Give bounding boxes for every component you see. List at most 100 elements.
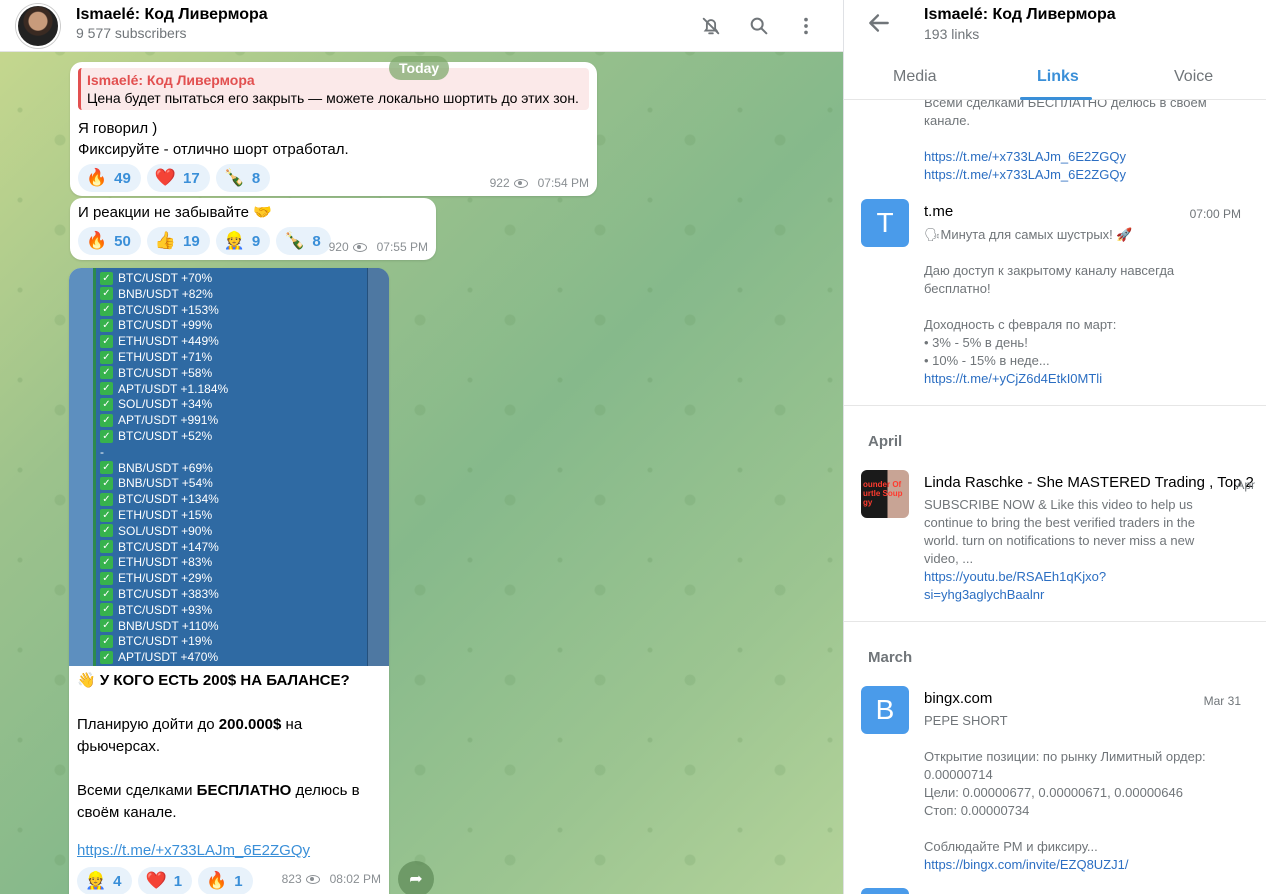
shared-links-panel: Ismaelé: Код Ливермора 193 links Media L… xyxy=(843,0,1266,894)
reaction-fire[interactable]: 🔥 49 xyxy=(78,164,141,192)
links-list: Всеми сделками БЕСПЛАТНО делюсь в своем … xyxy=(844,100,1266,894)
post-paragraph-1: Планирую дойти до 200.000$ на фьючерсах. xyxy=(69,710,389,758)
reaction-worker[interactable]: 👷 9 xyxy=(215,227,271,255)
trade-results-list: ✓ BTC/USDT +70% ✓ BNB/USDT +82% ✓ BTC/USDT +1… xyxy=(93,268,389,666)
check-icon: ✓ xyxy=(100,413,113,427)
message-bubble[interactable]: ✓ BTC/USDT +70% ✓ BNB/USDT +82% ✓ BTC/USDT +1… xyxy=(69,268,389,894)
post-link[interactable]: https://t.me/+x733LAJm_6E2ZGQy xyxy=(69,842,389,859)
link-description-line: SUBSCRIBE NOW & Like this video to help … xyxy=(924,497,1193,512)
trade-result-row: ✓ APT/USDT +470% xyxy=(100,650,218,664)
tab-media[interactable]: Media xyxy=(893,68,937,86)
reaction-count: 9 xyxy=(251,232,261,250)
link-url[interactable]: https://t.me/+x733LAJm_6E2ZGQy xyxy=(924,148,1254,166)
trade-result-text: BTC/USDT +383% xyxy=(118,587,219,601)
trade-result-text: APT/USDT +1.184% xyxy=(118,381,229,396)
links-count: 193 links xyxy=(924,26,980,42)
eye-icon xyxy=(352,242,367,252)
check-icon: ✓ xyxy=(100,587,113,601)
trade-result-row: - xyxy=(100,445,104,459)
reaction-champagne[interactable]: 🍾 8 xyxy=(276,227,331,255)
trade-result-row: ✓ SOL/USDT +90% xyxy=(100,524,212,538)
video-thumbnail[interactable]: ounder Of urtle Soup gy xyxy=(861,470,909,518)
trade-result-row: ✓ ETH/USDT +71% xyxy=(100,350,212,364)
more-menu-icon[interactable] xyxy=(792,12,820,40)
trade-result-text: SOL/USDT +34% xyxy=(118,397,213,412)
trade-result-text: BNB/USDT +82% xyxy=(118,286,213,301)
worker-icon: 👷 xyxy=(223,231,245,250)
back-arrow-icon[interactable] xyxy=(866,10,896,40)
trade-result-text: APT/USDT +470% xyxy=(118,650,219,665)
post-image[interactable]: ✓ BTC/USDT +70% ✓ BNB/USDT +82% ✓ BTC/USDT +1… xyxy=(69,268,389,666)
check-icon: ✓ xyxy=(100,271,113,285)
channel-title[interactable]: Ismaelé: Код Ливермора xyxy=(76,6,268,24)
check-icon: ✓ xyxy=(100,619,113,633)
message-bubble[interactable]: Ismaelé: Код Ливермора Цена будет пытать… xyxy=(70,62,597,196)
link-preview-icon[interactable]: T xyxy=(861,199,909,247)
post-paragraph-2: Всеми сделками БЕСПЛАТНО делюсь в своём … xyxy=(69,776,389,824)
eye-icon xyxy=(305,874,320,884)
thumbnail-text: ounder Of urtle Soup gy xyxy=(863,480,903,507)
check-icon: ✓ xyxy=(100,287,113,301)
worker-icon: 👷 xyxy=(85,871,107,890)
divider xyxy=(844,621,1266,622)
link-description-line: Открытие позиции: по рынку Лимитный орде… xyxy=(924,749,1206,764)
trade-result-text: BTC/USDT +52% xyxy=(118,429,213,443)
reaction-count: 4 xyxy=(113,872,122,890)
message-meta: 823 08:02 PM xyxy=(282,872,381,886)
link-time: Apr xyxy=(1236,478,1255,492)
link-title[interactable]: Linda Raschke - She MASTERED Trading , T… xyxy=(924,474,1264,492)
link-url[interactable]: https://t.me/+yCjZ6d4EtkI0MTli xyxy=(924,370,1254,388)
tab-links[interactable]: Links xyxy=(1037,68,1079,86)
reply-quote[interactable]: Ismaelé: Код Ливермора Цена будет пытать… xyxy=(78,68,589,110)
reply-text: Цена будет пытаться его закрыть — можете… xyxy=(87,90,579,106)
forward-button[interactable]: ➦ xyxy=(398,861,434,894)
message-bubble[interactable]: И реакции не забывайте 🤝 🔥 50 👍 19 👷 9 🍾 8 9… xyxy=(70,198,436,260)
link-url[interactable]: https://t.me/+x733LAJm_6E2ZGQy xyxy=(924,166,1254,184)
check-icon: ✓ xyxy=(100,650,113,664)
trade-result-row: ✓ BTC/USDT +93% xyxy=(100,603,212,617)
reaction-count: 50 xyxy=(114,232,131,250)
reaction-count: 1 xyxy=(234,872,243,890)
icon-letter: B xyxy=(875,694,895,725)
check-icon: ✓ xyxy=(100,524,113,538)
panel-title: Ismaelé: Код Ливермора xyxy=(924,6,1116,23)
link-description-line: Даю доступ к закрытому каналу навсегда xyxy=(924,263,1175,278)
check-icon: ✓ xyxy=(100,603,113,617)
tab-voice[interactable]: Voice xyxy=(1174,68,1213,86)
trade-result-text: BNB/USDT +54% xyxy=(118,476,213,491)
reaction-thumbs-up[interactable]: 👍 19 xyxy=(146,227,210,255)
trade-result-row: ✓ BTC/USDT +19% xyxy=(100,634,212,648)
reaction-champagne[interactable]: 🍾 8 xyxy=(215,164,271,192)
link-url[interactable]: si=yhg3aglychBaalnr xyxy=(924,586,1254,604)
reaction-fire[interactable]: 🔥 1 xyxy=(198,867,253,894)
link-preview-icon[interactable] xyxy=(861,888,909,894)
reaction-heart[interactable]: ❤️ 17 xyxy=(146,164,210,192)
check-icon: ✓ xyxy=(100,476,113,490)
view-count: 920 xyxy=(328,240,349,254)
link-description-line: • 10% - 15% в неде... xyxy=(924,353,1050,368)
trade-result-row: ✓ BTC/USDT +153% xyxy=(100,303,219,317)
heart-icon: ❤️ xyxy=(145,871,167,890)
divider xyxy=(844,405,1266,406)
link-description-line: PEPE SHORT xyxy=(924,713,1008,728)
heart-icon: ❤️ xyxy=(154,168,177,187)
subscriber-count: 9 577 subscribers xyxy=(76,25,187,41)
link-preview-icon[interactable]: B xyxy=(861,686,909,734)
mute-bell-icon[interactable] xyxy=(697,12,725,40)
thumbs-up-icon: 👍 xyxy=(154,231,177,250)
channel-avatar[interactable] xyxy=(16,4,60,48)
message-text: Я говорил ) Фиксируйте - отлично шорт от… xyxy=(78,120,349,158)
link-description-line: 0.00000714 xyxy=(924,767,993,782)
link-url[interactable]: https://youtu.be/RSAEh1qKjxo? xyxy=(924,568,1254,586)
trade-result-row: ✓ ETH/USDT +449% xyxy=(100,334,219,348)
trade-result-row: ✓ BTC/USDT +134% xyxy=(100,492,219,506)
link-description: канале. xyxy=(924,113,971,128)
trade-result-row: ✓ ETH/USDT +15% xyxy=(100,508,212,522)
reaction-worker[interactable]: 👷 4 xyxy=(77,867,132,894)
reaction-heart[interactable]: ❤️ 1 xyxy=(137,867,193,894)
search-icon[interactable] xyxy=(745,12,773,40)
reaction-fire[interactable]: 🔥 50 xyxy=(78,227,141,255)
link-url[interactable]: https://bingx.com/invite/EZQ8UZJ1/ xyxy=(924,856,1254,874)
trade-result-text: SOL/USDT +90% xyxy=(118,523,213,538)
trade-result-row: ✓ BNB/USDT +82% xyxy=(100,287,213,301)
